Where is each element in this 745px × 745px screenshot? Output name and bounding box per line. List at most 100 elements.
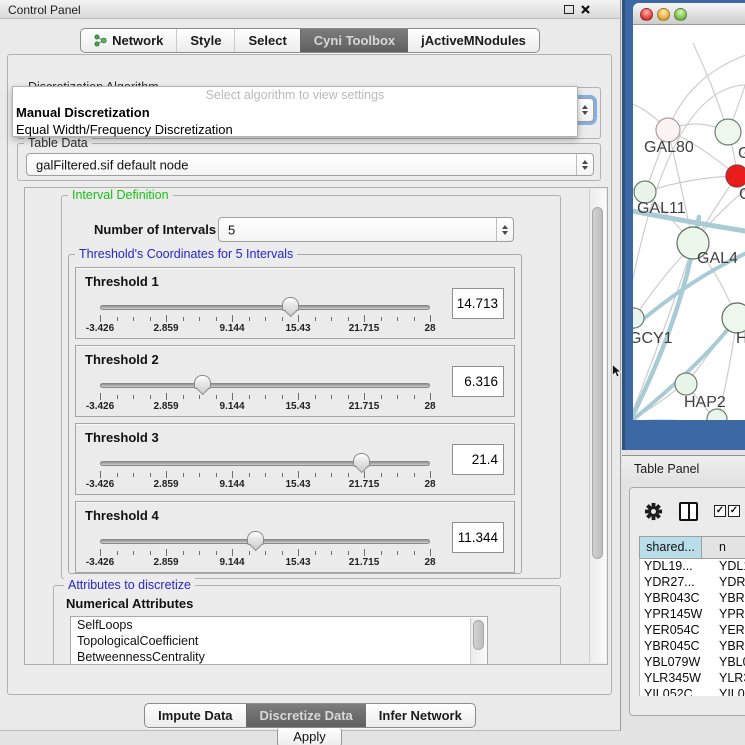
scrollbar-thumb[interactable] [473,620,484,650]
tick-mark [298,315,299,322]
network-canvas[interactable]: GAL80 GA C GAL11 GAL4 GCY1 H HAP2 [633,25,745,420]
tab-style[interactable]: Style [176,29,234,52]
tick-mark [430,549,431,556]
tick-mark [282,551,283,555]
node-gcy1[interactable] [633,308,644,328]
list-item[interactable]: BetweennessCentrality [71,649,487,665]
threshold-slider-thumb[interactable] [247,531,264,545]
network-window-titlebar[interactable] [633,3,745,25]
network-graph: GAL80 GA C GAL11 GAL4 GCY1 H HAP2 [633,25,745,420]
attributes-scrollbar[interactable] [470,618,487,665]
cell-name[interactable]: YBL0 [702,655,745,671]
minimize-traffic-light[interactable] [657,8,670,21]
tick-label: 15.43 [285,557,310,568]
node-red-selected[interactable] [726,165,745,187]
threshold-slider-thumb[interactable] [282,297,299,311]
number-of-intervals-spinner[interactable]: 5 [218,217,514,242]
tick-mark [397,473,398,477]
label-hap2: HAP2 [684,394,726,411]
table-row[interactable]: YLR345WYLR3 [640,671,745,687]
threshold-value-field[interactable]: 14.713 [452,288,504,319]
threshold-slider-track[interactable] [100,461,430,466]
threshold-value-field[interactable]: 6.316 [452,366,504,397]
threshold-slider-track[interactable] [100,539,430,544]
cell-name[interactable]: YLR3 [702,671,745,687]
cell-name[interactable]: YPR1 [702,607,745,623]
close-traffic-light[interactable] [640,8,653,21]
table-row[interactable]: YBL079WYBL0 [640,655,745,671]
threshold-slider-track[interactable] [100,383,430,388]
float-window-icon[interactable] [564,5,574,14]
table-row[interactable]: YBR043CYBR0 [640,591,745,607]
table-row[interactable]: YPR145WYPR1 [640,607,745,623]
cell-shared-name[interactable]: YDR27... [640,575,702,591]
split-columns-icon[interactable] [679,502,698,521]
tab-select[interactable]: Select [234,29,299,52]
gear-icon[interactable] [644,502,663,521]
scrollbar-thumb[interactable] [592,207,603,559]
tab-impute-data[interactable]: Impute Data [145,704,245,727]
cell-name[interactable]: YBR0 [702,591,745,607]
node-h[interactable] [722,303,745,333]
attributes-group-title: Attributes to discretize [64,578,195,592]
tick-mark [117,317,118,321]
tick-mark [282,473,283,477]
cell-name[interactable]: YDR2 [702,575,745,591]
cell-shared-name[interactable]: YBR045C [640,639,702,655]
tick-mark [331,473,332,477]
cell-shared-name[interactable]: YLR345W [640,671,702,687]
threshold-slider-thumb[interactable] [353,453,370,467]
column-header-shared-name[interactable]: shared... [640,537,702,558]
column-header-name[interactable]: n [702,537,745,558]
table-row[interactable]: YIL052CYIL0 [640,687,745,696]
node-ga[interactable] [715,119,741,145]
cell-name[interactable]: YBR0 [702,639,745,655]
tick-mark [364,549,365,556]
tick-label: -3.426 [86,479,114,490]
cell-shared-name[interactable]: YER054C [640,623,702,639]
threshold-panel-2: Threshold 2-3.4262.8599.14415.4321.71528… [75,345,515,417]
tick-label: 21.715 [349,479,380,490]
slider-tick-labels: -3.4262.8599.14415.4321.71528 [100,557,430,569]
list-item[interactable]: SelfLoops [71,617,487,633]
list-item[interactable]: TopologicalCoefficient [71,633,487,649]
cell-shared-name[interactable]: YPR145W [640,607,702,623]
cell-name[interactable]: YER0 [702,623,745,639]
table-row[interactable]: YDL19...YDL1 [640,559,745,575]
tab-jactivemnodules[interactable]: jActiveMNodules [408,29,539,52]
popup-option-manual-discretization[interactable]: Manual Discretization [13,104,577,121]
tick-mark [265,395,266,399]
table-data-select[interactable]: galFiltered.sif default node [26,153,594,176]
apply-button[interactable]: Apply [277,726,342,745]
cell-name[interactable]: YIL0 [702,687,745,696]
node-hap2[interactable] [675,373,697,395]
tick-label: -3.426 [86,401,114,412]
tab-cyni-toolbox[interactable]: Cyni Toolbox [300,29,408,52]
table-row[interactable]: YER054CYER0 [640,623,745,639]
threshold-value-field[interactable]: 21.4 [452,444,504,475]
cell-shared-name[interactable]: YIL052C [640,687,702,696]
checkbox-icon[interactable]: ✓ [728,505,740,517]
threshold-slider-thumb[interactable] [194,375,211,389]
tick-mark [232,549,233,556]
cell-name[interactable]: YDL1 [702,559,745,575]
table-row[interactable]: YDR27...YDR2 [640,575,745,591]
cell-shared-name[interactable]: YBL079W [640,655,702,671]
tab-infer-network[interactable]: Infer Network [366,704,475,727]
mouse-cursor [612,364,622,378]
tab-network[interactable]: Network [81,29,176,52]
checkbox-icon[interactable]: ✓ [714,505,726,517]
slider-tick-labels: -3.4262.8599.14415.4321.71528 [100,479,430,491]
tick-mark [298,393,299,400]
threshold-slider-track[interactable] [100,305,430,310]
popup-option-equal-width-frequency[interactable]: Equal Width/Frequency Discretization [13,121,577,138]
threshold-value-field[interactable]: 11.344 [452,522,504,553]
tab-discretize-data[interactable]: Discretize Data [246,704,366,727]
tick-mark [265,317,266,321]
cell-shared-name[interactable]: YBR043C [640,591,702,607]
settings-scrollbar[interactable] [589,189,606,663]
cell-shared-name[interactable]: YDL19... [640,559,702,575]
table-row[interactable]: YBR045CYBR0 [640,639,745,655]
zoom-traffic-light[interactable] [674,8,687,21]
close-icon[interactable] [580,4,591,15]
